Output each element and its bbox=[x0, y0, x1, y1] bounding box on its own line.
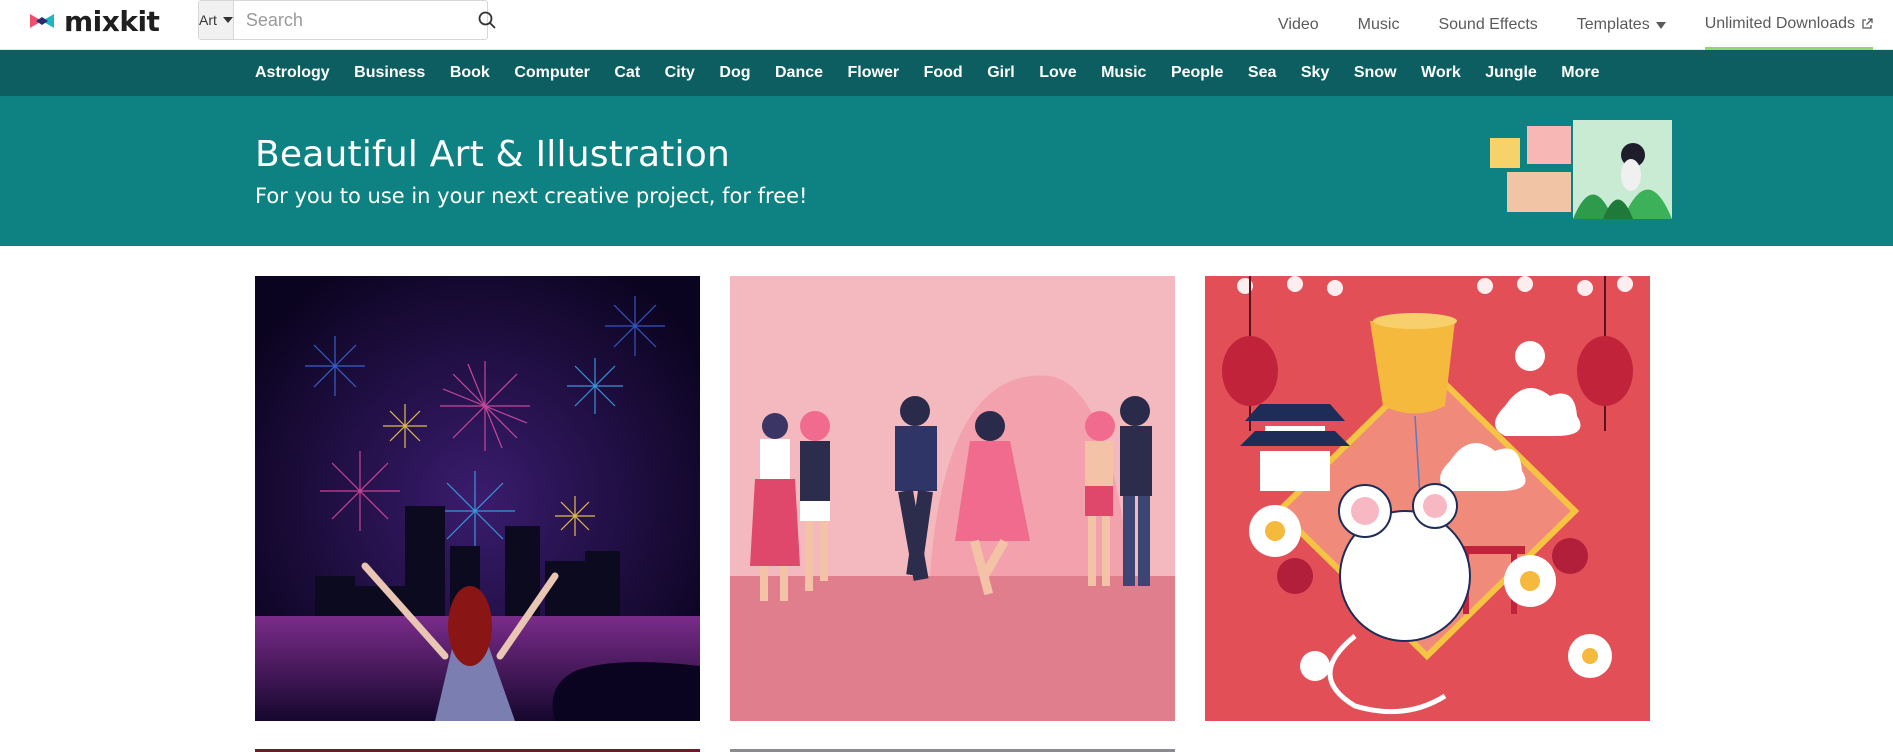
category-cat[interactable]: Cat bbox=[614, 64, 640, 82]
hero-thumb-small bbox=[1490, 138, 1520, 168]
art-card-lunar-rat[interactable] bbox=[1205, 276, 1650, 721]
art-card-dancing-couples[interactable] bbox=[730, 276, 1175, 721]
search-icon bbox=[478, 11, 496, 29]
logo-text: mixkit bbox=[64, 4, 160, 38]
hero-thumb-jungle bbox=[1573, 120, 1672, 219]
category-sky[interactable]: Sky bbox=[1301, 64, 1329, 82]
search-category-label: Art bbox=[199, 12, 217, 28]
site-header: mixkit Art Video Music Sound Effects Tem… bbox=[0, 0, 1893, 50]
search-category-select[interactable]: Art bbox=[199, 1, 234, 39]
category-jungle[interactable]: Jungle bbox=[1485, 64, 1537, 82]
hero-subtitle: For you to use in your next creative pro… bbox=[255, 184, 808, 208]
fireworks-illustration bbox=[255, 276, 700, 721]
category-bar: Astrology Business Book Computer Cat Cit… bbox=[0, 50, 1893, 96]
chevron-down-icon bbox=[1655, 21, 1666, 29]
chevron-down-icon bbox=[222, 17, 233, 23]
category-dance[interactable]: Dance bbox=[775, 64, 823, 82]
nav-music[interactable]: Music bbox=[1358, 0, 1400, 50]
nav-sound-effects-label: Sound Effects bbox=[1438, 16, 1538, 33]
category-music[interactable]: Music bbox=[1101, 64, 1146, 82]
hero-thumb-pink bbox=[1527, 126, 1571, 164]
nav-templates-label: Templates bbox=[1576, 16, 1650, 33]
hero-thumbnails bbox=[1490, 120, 1672, 222]
search-button[interactable] bbox=[478, 1, 496, 39]
nav-music-label: Music bbox=[1357, 16, 1400, 33]
category-computer[interactable]: Computer bbox=[514, 64, 590, 82]
hero-thumb-beach bbox=[1507, 172, 1571, 212]
category-snow[interactable]: Snow bbox=[1354, 64, 1397, 82]
nav-video[interactable]: Video bbox=[1278, 0, 1319, 50]
category-food[interactable]: Food bbox=[924, 64, 963, 82]
nav-unlimited-downloads[interactable]: Unlimited Downloads bbox=[1704, 0, 1873, 50]
search-box: Art bbox=[198, 0, 496, 40]
category-flower[interactable]: Flower bbox=[848, 64, 900, 82]
lunar-new-year-rat-illustration bbox=[1205, 276, 1650, 721]
art-card-fireworks[interactable] bbox=[255, 276, 700, 721]
category-more[interactable]: More bbox=[1561, 64, 1599, 82]
nav-templates[interactable]: Templates bbox=[1577, 0, 1666, 50]
category-people[interactable]: People bbox=[1171, 64, 1223, 82]
external-link-icon bbox=[1862, 17, 1873, 29]
category-love[interactable]: Love bbox=[1039, 64, 1076, 82]
category-city[interactable]: City bbox=[665, 64, 695, 82]
category-dog[interactable]: Dog bbox=[719, 64, 750, 82]
nav-video-label: Video bbox=[1278, 16, 1319, 33]
logo-mark-icon bbox=[30, 14, 54, 28]
hero-banner: Beautiful Art & Illustration For you to … bbox=[0, 96, 1893, 246]
category-work[interactable]: Work bbox=[1421, 64, 1461, 82]
top-navigation: Video Music Sound Effects Templates Unli… bbox=[1239, 0, 1873, 50]
category-astrology[interactable]: Astrology bbox=[255, 64, 330, 82]
mixkit-logo[interactable]: mixkit bbox=[30, 4, 160, 38]
hero-title: Beautiful Art & Illustration bbox=[255, 134, 731, 175]
dancing-couples-illustration bbox=[730, 276, 1175, 721]
category-girl[interactable]: Girl bbox=[987, 64, 1015, 82]
nav-unlimited-downloads-label: Unlimited Downloads bbox=[1704, 14, 1855, 32]
search-input[interactable] bbox=[233, 1, 478, 39]
nav-sound-effects[interactable]: Sound Effects bbox=[1438, 0, 1537, 50]
category-business[interactable]: Business bbox=[354, 64, 425, 82]
category-sea[interactable]: Sea bbox=[1248, 64, 1276, 82]
category-book[interactable]: Book bbox=[450, 64, 490, 82]
